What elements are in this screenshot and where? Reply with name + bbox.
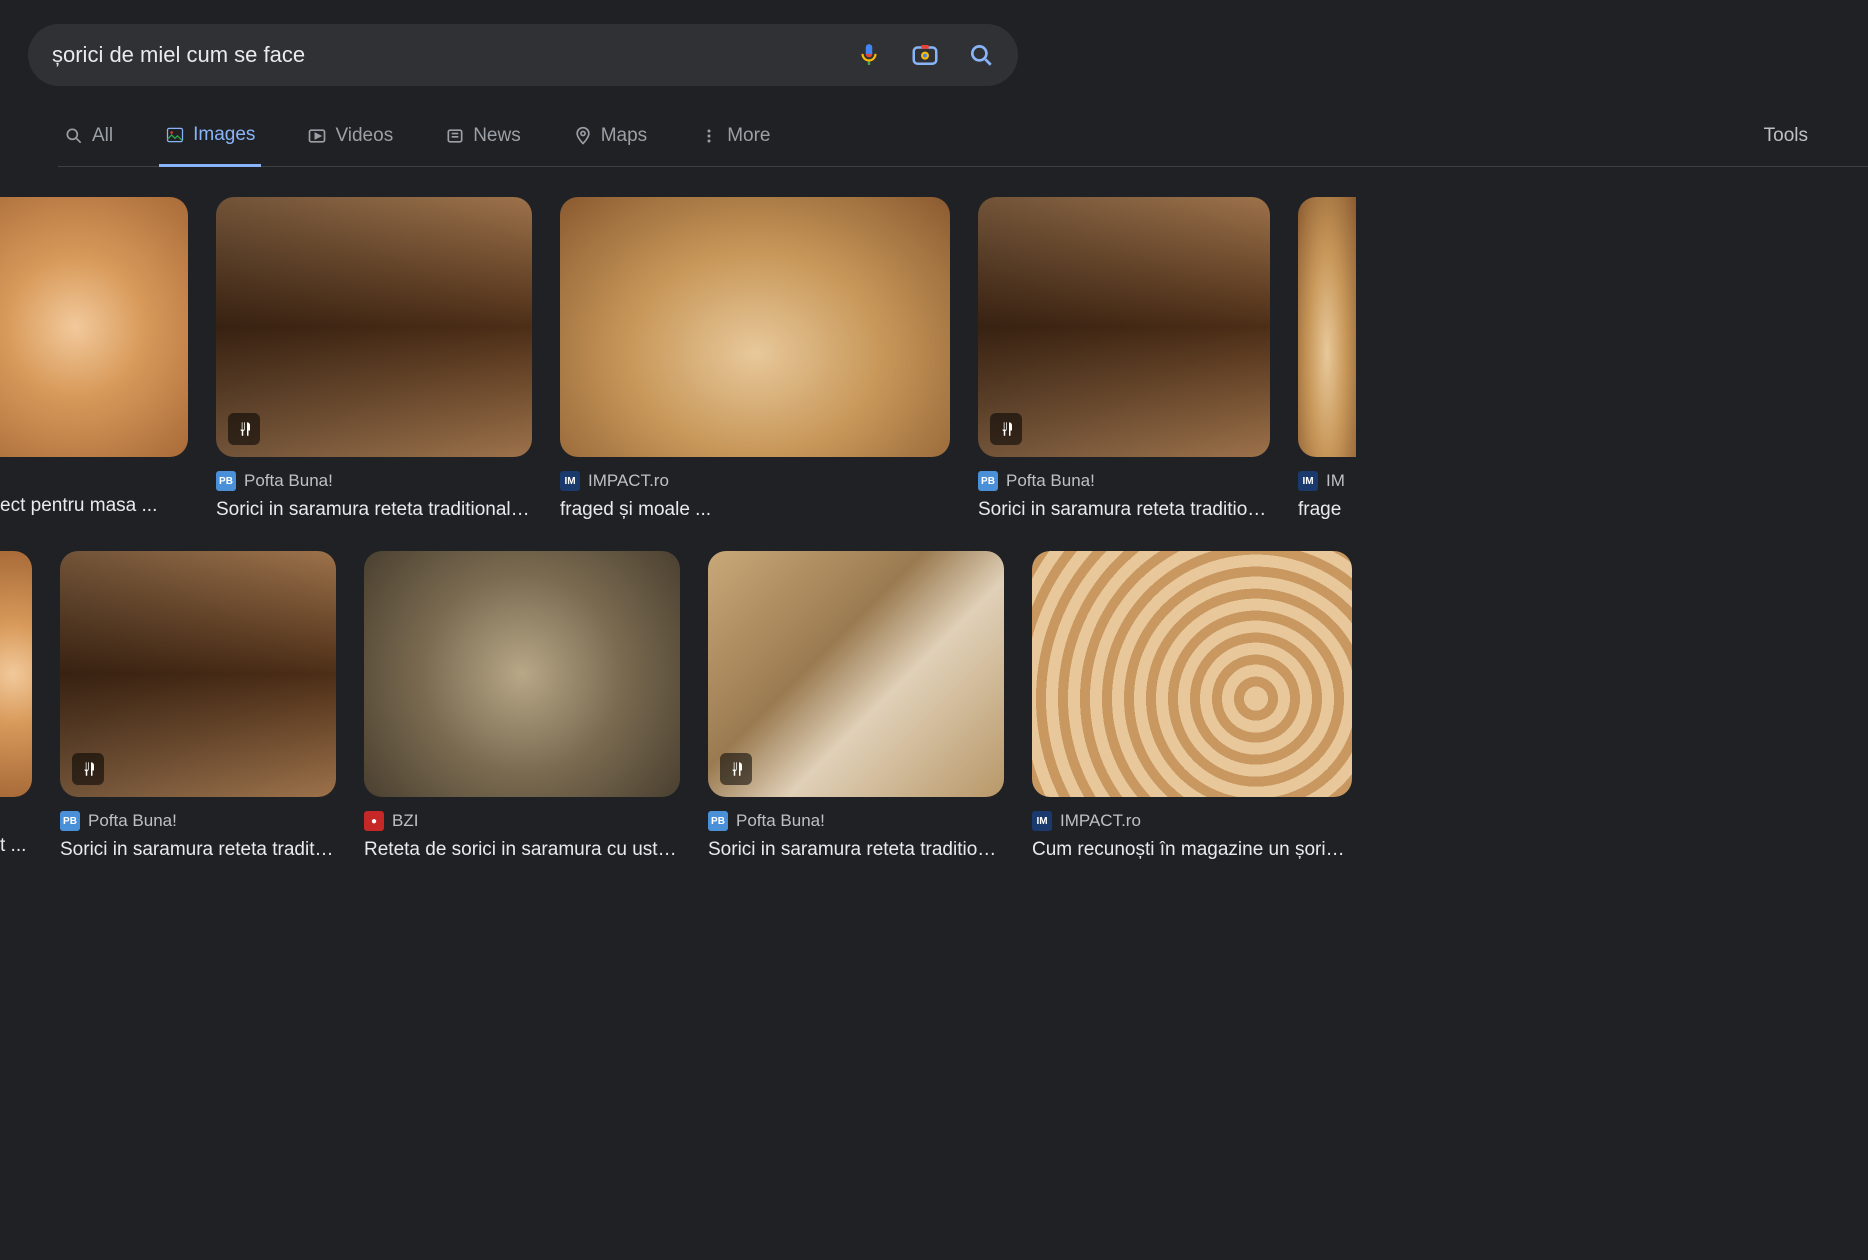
recipe-badge-icon [720,753,752,785]
result-thumbnail[interactable] [364,551,680,797]
image-result-card[interactable]: t ... [0,551,32,861]
result-title: Sorici in saramura reteta tradition… [708,839,1004,861]
result-thumbnail[interactable] [0,551,32,797]
source-name: Pofta Buna! [244,471,333,491]
result-title: Reteta de sorici in saramura cu ustu… [364,839,680,861]
favicon-icon: IM [560,471,580,491]
result-thumbnail[interactable] [978,197,1270,457]
tab-news[interactable]: News [439,125,527,165]
source-name: Pofta Buna! [736,811,825,831]
result-title: frage [1298,499,1356,521]
images-icon [165,125,185,145]
result-title: Cum recunoști în magazine un șorici … [1032,839,1352,861]
tab-label: News [473,125,521,147]
image-result-card[interactable]: PB Pofta Buna! Sorici in saramura reteta t… [978,197,1270,521]
source-name: IMPACT.ro [588,471,669,491]
favicon-icon: PB [708,811,728,831]
image-result-card[interactable]: IM IMPACT.ro Cum recunoști în magazine un … [1032,551,1352,861]
result-title: t ... [0,835,32,857]
tab-all[interactable]: All [58,125,119,165]
result-thumbnail[interactable] [216,197,532,457]
favicon-icon: IM [1298,471,1318,491]
result-title: fraged și moale ... [560,499,950,521]
voice-search-icon[interactable] [856,42,882,68]
result-source: ● BZI [364,811,680,831]
favicon-icon: PB [978,471,998,491]
news-icon [445,126,465,146]
tools-label: Tools [1764,125,1808,146]
favicon-icon: PB [216,471,236,491]
tab-images[interactable]: Images [159,124,261,167]
tab-label: Maps [601,125,647,147]
tab-more[interactable]: More [693,125,776,165]
image-result-card[interactable]: PB Pofta Buna! Sorici in saramura reteta t… [708,551,1004,861]
result-source: PB Pofta Buna! [978,471,1270,491]
search-small-icon [64,126,84,146]
result-thumbnail[interactable] [1298,197,1356,457]
result-thumbnail[interactable] [708,551,1004,797]
result-title: ect pentru masa ... [0,495,188,517]
recipe-badge-icon [228,413,260,445]
favicon-icon: ● [364,811,384,831]
image-result-card[interactable]: PB Pofta Buna! Sorici in saramura reteta t… [216,197,532,521]
result-source: IM IMPACT.ro [1032,811,1352,831]
image-results: ect pentru masa ... PB Pofta Buna! Sorici i… [0,197,1868,861]
result-source: IM IM [1298,471,1356,491]
results-row: t ... PB Pofta Buna! Sorici in saramura ret… [0,551,1868,861]
image-result-card[interactable]: ect pentru masa ... [0,197,188,521]
source-name: Pofta Buna! [88,811,177,831]
result-title: Sorici in saramura reteta traditionala… [216,499,532,521]
result-source: PB Pofta Buna! [216,471,532,491]
tab-label: Images [193,124,255,146]
source-name: Pofta Buna! [1006,471,1095,491]
source-name: IMPACT.ro [1060,811,1141,831]
map-pin-icon [573,126,593,146]
tab-label: Videos [335,125,393,147]
tab-videos[interactable]: Videos [301,125,399,165]
source-name: BZI [392,811,418,831]
search-input[interactable] [52,42,856,68]
result-thumbnail[interactable] [560,197,950,457]
search-bar [28,24,1018,86]
result-title: Sorici in saramura reteta tradition… [978,499,1270,521]
result-source: PB Pofta Buna! [60,811,336,831]
search-icon[interactable] [968,42,994,68]
tab-maps[interactable]: Maps [567,125,653,165]
recipe-badge-icon [990,413,1022,445]
image-result-card[interactable]: PB Pofta Buna! Sorici in saramura reteta t… [60,551,336,861]
favicon-icon: IM [1032,811,1052,831]
result-thumbnail[interactable] [60,551,336,797]
result-source: PB Pofta Buna! [708,811,1004,831]
results-row: ect pentru masa ... PB Pofta Buna! Sorici i… [0,197,1868,521]
image-result-card[interactable]: IM IM frage [1298,197,1356,521]
search-tabs: All Images Videos News Maps More Tools [58,124,1868,167]
result-thumbnail[interactable] [0,197,188,457]
image-result-card[interactable]: IM IMPACT.ro fraged și moale ... [560,197,950,521]
result-thumbnail[interactable] [1032,551,1352,797]
recipe-badge-icon [72,753,104,785]
video-icon [307,126,327,146]
result-title: Sorici in saramura reteta traditi… [60,839,336,861]
tools-button[interactable]: Tools [1764,125,1808,165]
more-dots-icon [699,126,719,146]
result-source: IM IMPACT.ro [560,471,950,491]
tab-label: More [727,125,770,147]
favicon-icon: PB [60,811,80,831]
camera-search-icon[interactable] [910,40,940,70]
tab-label: All [92,125,113,147]
source-name: IM [1326,471,1345,491]
image-result-card[interactable]: ● BZI Reteta de sorici in saramura cu ustu… [364,551,680,861]
